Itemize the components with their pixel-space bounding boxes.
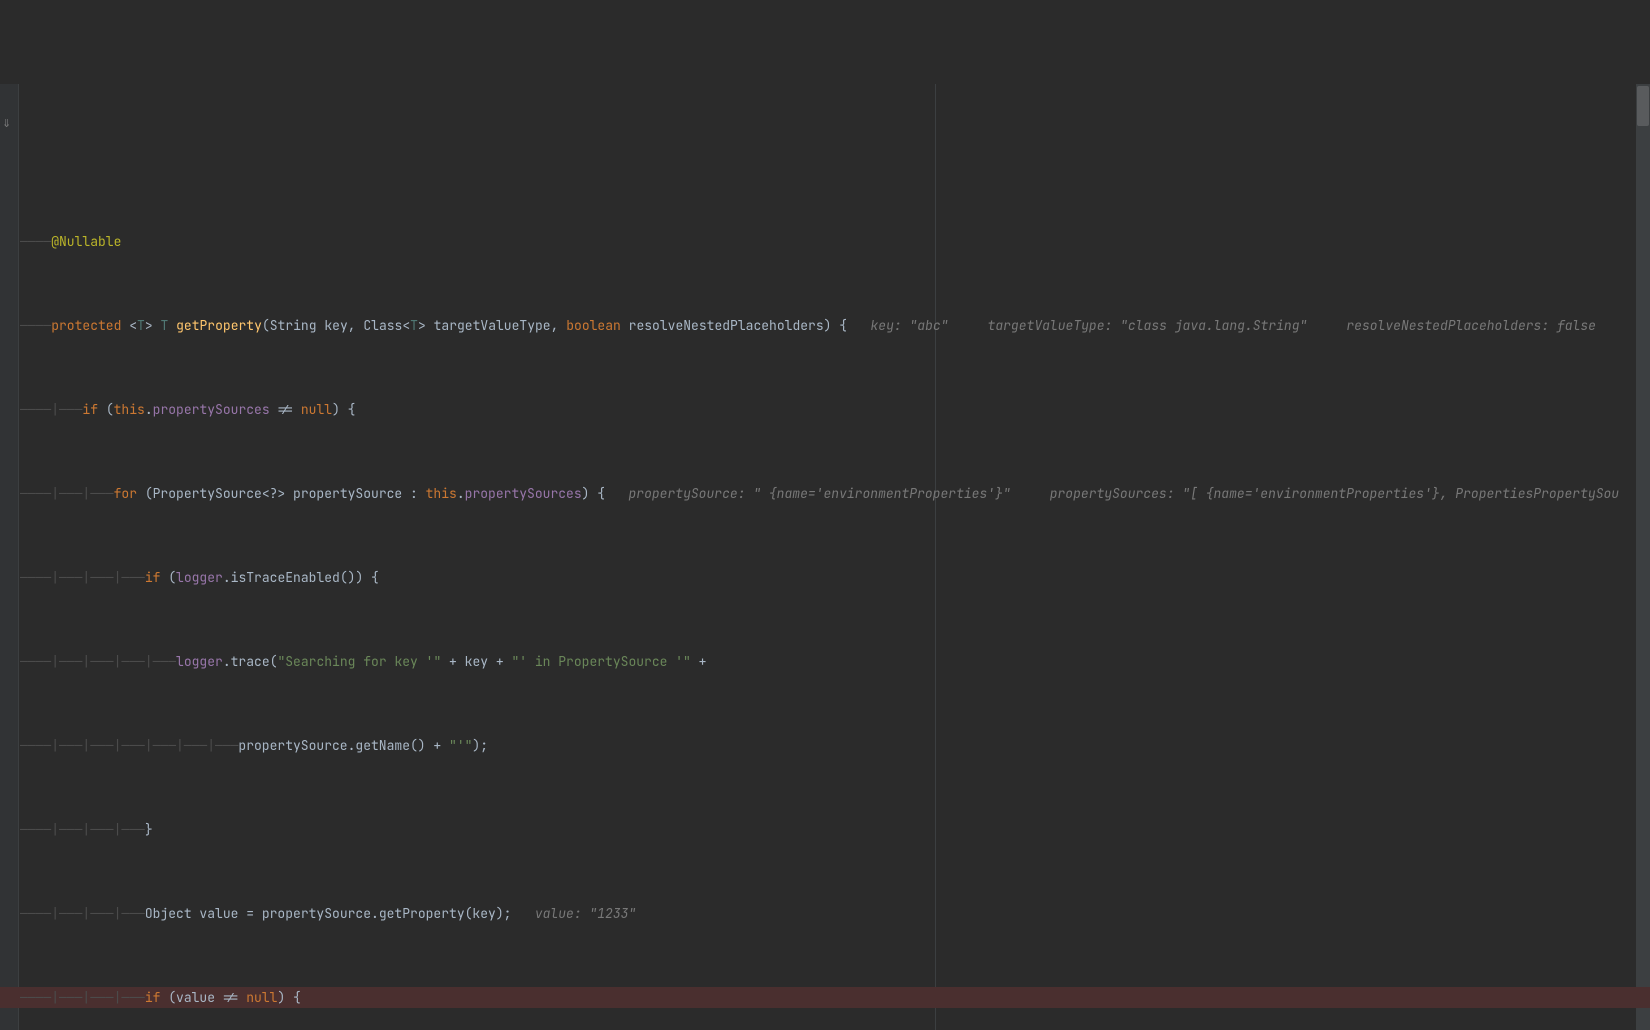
code-line[interactable]: ————|———|———|———} [0,819,1650,840]
code-line-highlighted-red[interactable]: ————|———|———|———if (value != null) { [0,987,1650,1008]
code-line[interactable]: ————|———|———|———|———logger.trace("Search… [0,651,1650,672]
inlay-hint: key: "abc" [870,315,948,336]
code-editor[interactable]: ⇓ ————@Nullable ————protected <T> T getP… [0,84,1650,1030]
right-margin-line [935,84,936,1030]
inlay-hint: resolveNestedPlaceholders: false [1346,315,1596,336]
code-line[interactable]: ————|———|———|———if (logger.isTraceEnable… [0,567,1650,588]
gutter [0,84,19,1030]
code-line[interactable]: ————|———|———|———|———|———|———propertySour… [0,735,1650,756]
inlay-hint: propertySource: " {name='environmentProp… [628,483,1010,504]
method-name: getProperty [176,315,262,336]
code-line[interactable]: ————@Nullable [0,231,1650,252]
download-icon[interactable]: ⇓ [2,114,14,126]
code-line[interactable]: ————protected <T> T getProperty(String k… [0,315,1650,336]
vertical-scrollbar[interactable] [1636,84,1650,1030]
code-line[interactable]: ————|———|———|———Object value = propertyS… [0,903,1650,924]
annotation: @Nullable [51,231,121,252]
inlay-hint: targetValueType: "class java.lang.String… [988,315,1308,336]
inlay-hint: value: "1233" [535,903,636,924]
inlay-hint: propertySources: "[ {name='environmentPr… [1050,483,1619,504]
code-line[interactable]: ————|———|———for (PropertySource<?> prope… [0,483,1650,504]
code-line[interactable]: ————|———if (this.propertySources != null… [0,399,1650,420]
scrollbar-thumb[interactable] [1637,86,1649,126]
